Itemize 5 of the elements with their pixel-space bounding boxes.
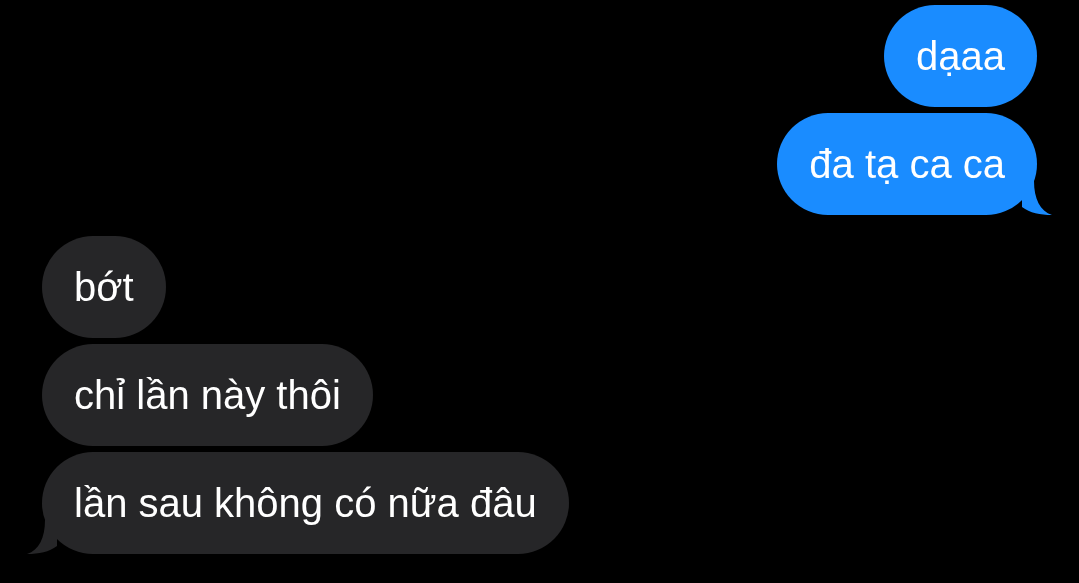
message-bubble: đa tạ ca ca (777, 113, 1037, 215)
message-bubble: dạaa (884, 5, 1037, 107)
message-bubble: chỉ lần này thôi (42, 344, 373, 446)
message-bubble: lần sau không có nữa đâu (42, 452, 569, 554)
message-bubble: bớt (42, 236, 166, 338)
